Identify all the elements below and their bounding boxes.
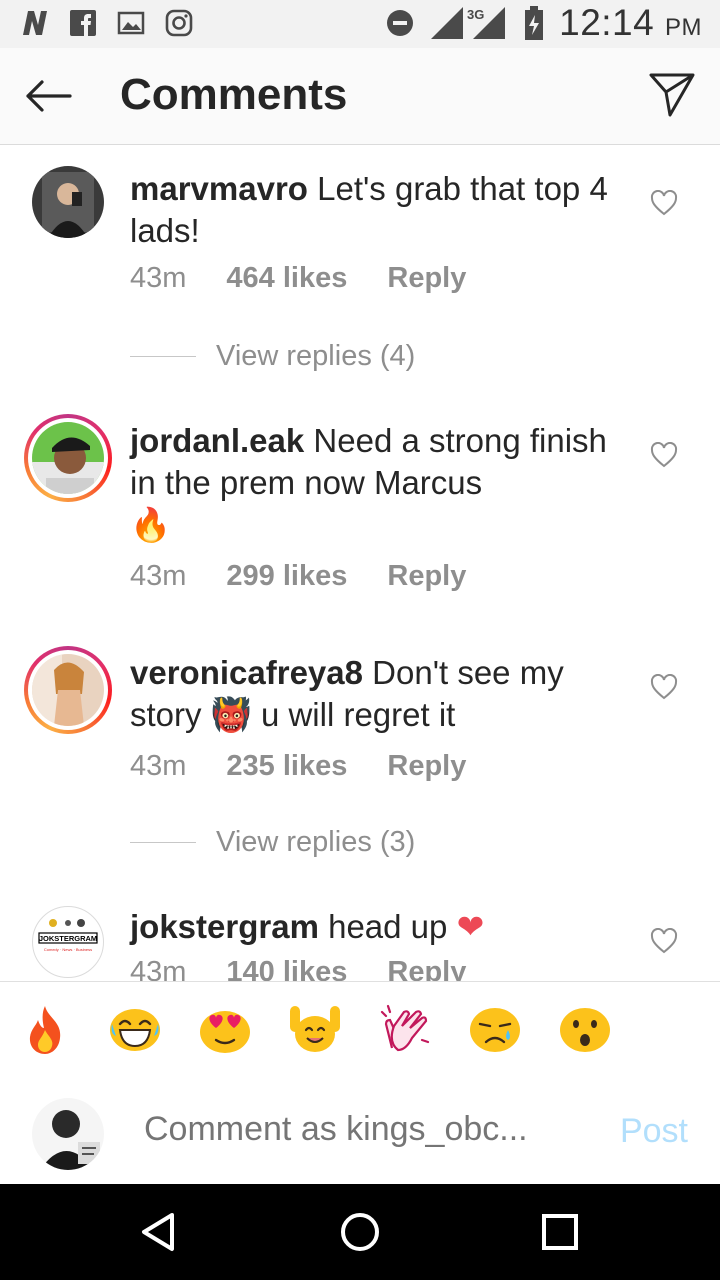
reply-button[interactable]: Reply	[387, 262, 466, 295]
home-circle-icon[interactable]	[338, 1210, 382, 1254]
avatar-logo-subtext: Comedy · News · Business	[44, 947, 92, 952]
reply-button[interactable]: Reply	[387, 956, 466, 981]
comment-time: 43m	[130, 560, 187, 592]
comment-likes[interactable]: 299 likes	[226, 560, 347, 593]
avatar[interactable]: JOKSTERGRAM Comedy · News · Business	[32, 906, 104, 978]
comment-meta: 43m 235 likes Reply	[130, 750, 466, 783]
status-bar: 3G 12:14 PM	[0, 0, 720, 48]
like-heart-icon[interactable]	[650, 674, 678, 700]
post-button[interactable]: Post	[620, 1112, 688, 1151]
back-arrow-icon[interactable]	[22, 70, 74, 122]
emoji-quick-bar	[0, 981, 720, 1079]
reply-button[interactable]: Reply	[387, 750, 466, 783]
view-replies-label[interactable]: View replies (4)	[216, 340, 415, 373]
story-ring[interactable]	[24, 414, 112, 502]
sad-emoji-button[interactable]	[468, 1002, 522, 1056]
clapping-hands-emoji-button[interactable]	[378, 1002, 432, 1056]
comment-username[interactable]: marvmavro	[130, 170, 308, 207]
comment-list[interactable]: marvmavro Let's grab that top 4 lads! 43…	[0, 146, 720, 981]
like-heart-icon[interactable]	[650, 928, 678, 954]
recents-square-icon[interactable]	[538, 1210, 582, 1254]
avatar[interactable]	[32, 166, 104, 238]
comment-username[interactable]: veronicafreya8	[130, 654, 363, 691]
raised-hands-emoji-button[interactable]	[288, 1002, 342, 1056]
surprised-emoji-button[interactable]	[558, 1002, 612, 1056]
comment-body: marvmavro Let's grab that top 4 lads!	[130, 168, 630, 252]
clock-ampm: PM	[665, 14, 702, 41]
comment-time: 43m	[130, 750, 187, 782]
comment-meta: 43m 464 likes Reply	[130, 262, 466, 295]
comment-likes[interactable]: 235 likes	[226, 750, 347, 783]
comment-text: head up	[328, 908, 448, 945]
facebook-icon	[68, 8, 98, 38]
comment-body: veronicafreya8 Don't see my story 👹 u wi…	[130, 652, 630, 736]
divider	[130, 842, 196, 843]
signal-icon: 3G	[431, 7, 506, 39]
laughing-emoji-button[interactable]	[108, 1002, 162, 1056]
back-triangle-icon[interactable]	[136, 1210, 180, 1254]
clock-time: 12:14	[559, 2, 655, 43]
page-title: Comments	[120, 70, 348, 119]
view-replies[interactable]: View replies (3)	[130, 826, 415, 859]
status-time: 12:14 PM	[559, 2, 702, 44]
instagram-icon	[164, 8, 194, 38]
comment-time: 43m	[130, 956, 187, 981]
comment-text-continued: u will regret it	[260, 696, 456, 733]
ogre-emoji: 👹	[210, 696, 252, 733]
comment-likes[interactable]: 464 likes	[226, 262, 347, 295]
send-direct-icon[interactable]	[648, 70, 696, 118]
comments-header: Comments	[0, 48, 720, 145]
comment-likes[interactable]: 140 likes	[226, 956, 347, 981]
system-nav-bar	[0, 1184, 720, 1280]
view-replies-label[interactable]: View replies (3)	[216, 826, 415, 859]
avatar[interactable]	[32, 422, 104, 494]
comment-username[interactable]: jordanl.eak	[130, 422, 304, 459]
comment-time: 43m	[130, 262, 187, 294]
comment-username[interactable]: jokstergram	[130, 908, 319, 945]
story-ring[interactable]	[24, 646, 112, 734]
like-heart-icon[interactable]	[650, 442, 678, 468]
dnd-icon	[387, 10, 414, 36]
fire-emoji: 🔥	[130, 506, 172, 543]
comment-meta: 43m 140 likes Reply	[130, 956, 466, 981]
comment-composer: Post	[0, 1078, 720, 1184]
avatar[interactable]	[32, 654, 104, 726]
fire-emoji-button[interactable]	[18, 1002, 72, 1056]
view-replies[interactable]: View replies (4)	[130, 340, 415, 373]
comment-meta: 43m 299 likes Reply	[130, 560, 466, 593]
comment-input[interactable]	[144, 1110, 564, 1149]
divider	[130, 356, 196, 357]
avatar-logo-text: JOKSTERGRAM	[39, 934, 97, 943]
my-avatar	[32, 1098, 104, 1170]
network-type-label: 3G	[467, 7, 484, 22]
reply-button[interactable]: Reply	[387, 560, 466, 593]
battery-icon	[525, 6, 544, 40]
comment-body: jordanl.eak Need a strong finish in the …	[130, 420, 630, 546]
n-icon	[20, 8, 50, 38]
image-icon	[116, 8, 146, 38]
comment-body: jokstergram head up ❤	[130, 906, 630, 948]
like-heart-icon[interactable]	[650, 190, 678, 216]
heart-eyes-emoji-button[interactable]	[198, 1002, 252, 1056]
heart-emoji: ❤	[456, 908, 485, 945]
